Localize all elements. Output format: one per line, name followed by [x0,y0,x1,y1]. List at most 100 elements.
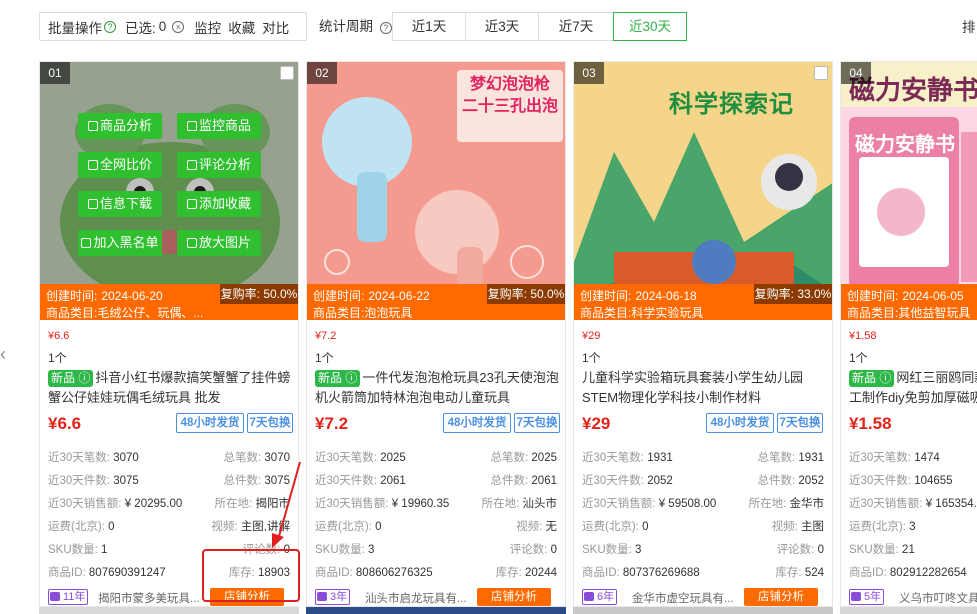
video: 视频: 主图,讲解 [211,518,290,534]
tag-48h-shipping: 48小时发货 [706,413,774,433]
select-checkbox[interactable] [814,66,828,80]
new-badge-label: 新品 [852,371,877,385]
product-card[interactable]: 科学探索记 03 创建时间: 2024-06-18 商品类目:科学实验玩具 复购率… [573,61,833,607]
orders30: 近30天笔数: 1474 [849,449,940,465]
orders30-label: 近30天笔数: [315,452,377,464]
total-orders-value: 2025 [531,452,557,464]
video-label: 视频: [516,521,543,533]
total-orders: 总笔数: 3070 [224,449,291,465]
created-value: 2024-06-22 [368,289,430,303]
total-pieces-label: 总件数: [223,475,262,487]
monitor-icon [186,121,197,131]
product-title[interactable]: 新品 ⓘ 抖音小红书爆款搞笑蟹蟹了挂件螃蟹公仔娃娃玩偶毛绒玩具 批发 [48,368,292,408]
orders30-label: 近30天笔数: [48,452,110,464]
help-icon[interactable]: ? [104,20,116,33]
comments: 评论数: 0 [777,541,824,557]
shop-analysis-button[interactable]: 店铺分析 [744,588,818,606]
location: 所在地: 揭阳市 [215,495,290,511]
pieces30-value: 3075 [113,475,139,487]
image-caption: 梦幻泡泡枪 二十三孔出泡 [457,74,563,118]
sku-label: SKU数量: [315,544,365,556]
product-title[interactable]: 儿童科学实验箱玩具套装小学生幼儿园STEM物理化学科技小制作材料 [582,368,826,408]
shipping: 运费(北京): 0 [48,518,114,534]
pieces30-label: 近30天件数: [315,475,377,487]
orders30-value: 1474 [914,452,940,464]
price: ¥7.2 [315,414,349,433]
location-label: 所在地: [748,498,787,510]
scroll-left-icon[interactable]: ‹ [0,344,6,365]
product-id-value: 807690391247 [88,567,166,579]
comments-label: 评论数: [509,544,548,556]
shop-name[interactable]: 汕头市启龙玩具有... [365,590,495,606]
period-tabs: 近1天 近3天 近7天 近30天 [392,12,687,41]
product-title[interactable]: 新品 ⓘ网红三丽鸥同款磁力安静书女孩手工制作diy免剪加厚磁吸安静书 [849,368,977,408]
product-analysis-button[interactable]: 商品分析 [78,113,162,139]
tab-1day[interactable]: 近1天 [392,12,466,41]
new-badge: 新品 ⓘ [849,370,895,387]
product-image[interactable]: 梦幻泡泡枪 二十三孔出泡 02 创建时间: 2024-06-22 商品类目:泡泡玩… [307,62,565,320]
created-label: 创建时间: [847,289,899,303]
tag-48h-shipping: 48小时发货 [443,413,511,433]
info-band: 创建时间: 2024-06-18 商品类目:科学实验玩具 复购率: 33.0% [574,284,832,320]
period-help-icon[interactable]: ? [379,22,392,34]
price-compare-button[interactable]: 全网比价 [78,152,162,178]
product-id-label: 商品ID: [315,567,353,579]
shop-analysis-button[interactable]: 店铺分析 [477,588,551,606]
pieces30-label: 近30天件数: [849,475,911,487]
shop-name[interactable]: 金华市虚空玩具有... [632,590,762,606]
monitor-product-button[interactable]: 监控商品 [177,113,261,139]
comments-value: 0 [550,544,557,556]
product-id: 商品ID: 808606276325 [315,564,433,580]
compare-button[interactable]: 对比 [262,17,289,37]
clear-selection-icon[interactable]: × [172,20,185,33]
zoom-image-button[interactable]: 放大图片 [177,230,261,256]
product-card[interactable]: 磁力安静书 磁力安静书 04 创建时间: 2024-06-05 商品类目:其他益智… [840,61,977,607]
tab-30day[interactable]: 近30天 [613,12,687,41]
product-image[interactable]: 科学探索记 03 创建时间: 2024-06-18 商品类目:科学实验玩具 复购率… [574,62,832,320]
orders30-value: 1931 [647,452,673,464]
product-image[interactable]: 商品分析 监控商品 全网比价 评论分析 信息下载 添加收藏 加入黑名单 放大图片… [40,62,298,320]
pieces30-value: 2061 [380,475,406,487]
repurchase-value: 50.0% [530,287,565,301]
favorite-button[interactable]: 收藏 [228,17,255,37]
product-card[interactable]: 商品分析 监控商品 全网比价 评论分析 信息下载 添加收藏 加入黑名单 放大图片… [39,61,299,607]
stock-value: 20244 [525,567,557,579]
category: 商品类目:其他益智玩具 [847,304,977,320]
blacklist-button[interactable]: 加入黑名单 [78,230,162,256]
monitor-button[interactable]: 监控 [194,17,221,37]
created-date: 创建时间: 2024-06-22 [313,287,430,304]
comment-analysis-button[interactable]: 评论分析 [177,152,261,178]
sales30-value: ¥ 20295.00 [124,498,183,510]
total-orders-value: 3070 [264,452,290,464]
batch-operation-label[interactable]: 批量操作 [48,17,102,37]
product-title[interactable]: 新品 ⓘ 一件代发泡泡枪玩具23孔天使泡泡机火箭筒加特林泡泡电动儿童玩具 [315,368,559,408]
next-row-card [573,607,833,614]
select-checkbox[interactable] [280,66,294,80]
rank-badge: 01 [40,62,70,84]
stock: 库存: 20244 [496,564,557,580]
price-compare-label: 全网比价 [99,157,152,172]
tab-7day[interactable]: 近7天 [538,12,614,41]
shop-name[interactable]: 义乌市叮咚文具有... [899,590,977,606]
sku-count: SKU数量: 3 [315,541,374,557]
annotation-highlight-box [202,549,300,602]
period-label: 统计周期 ? [319,12,392,41]
comments-label: 评论数: [776,544,815,556]
image-caption-line2: 二十三孔出泡 [461,98,558,115]
sort-label[interactable]: 排 [962,16,976,36]
product-image[interactable]: 磁力安静书 磁力安静书 04 创建时间: 2024-06-05 商品类目:其他益智… [841,62,977,320]
chart-icon [87,121,98,131]
tab-3day[interactable]: 近3天 [465,12,539,41]
quantity: 1个 [849,351,868,365]
product-card[interactable]: 梦幻泡泡枪 二十三孔出泡 02 创建时间: 2024-06-22 商品类目:泡泡玩… [306,61,566,607]
info-download-button[interactable]: 信息下载 [78,191,162,217]
sales30: 近30天销售额: ¥ 19960.35 [315,495,449,511]
category-value: 科学实验玩具 [631,306,704,320]
pieces30: 近30天件数: 104655 [849,472,953,488]
location-label: 所在地: [481,498,520,510]
category-value: 其他益智玩具 [898,306,971,320]
search-icon [186,160,197,170]
sku-count: SKU数量: 1 [48,541,107,557]
created-label: 创建时间: [46,289,98,303]
add-favorite-button[interactable]: 添加收藏 [177,191,261,217]
